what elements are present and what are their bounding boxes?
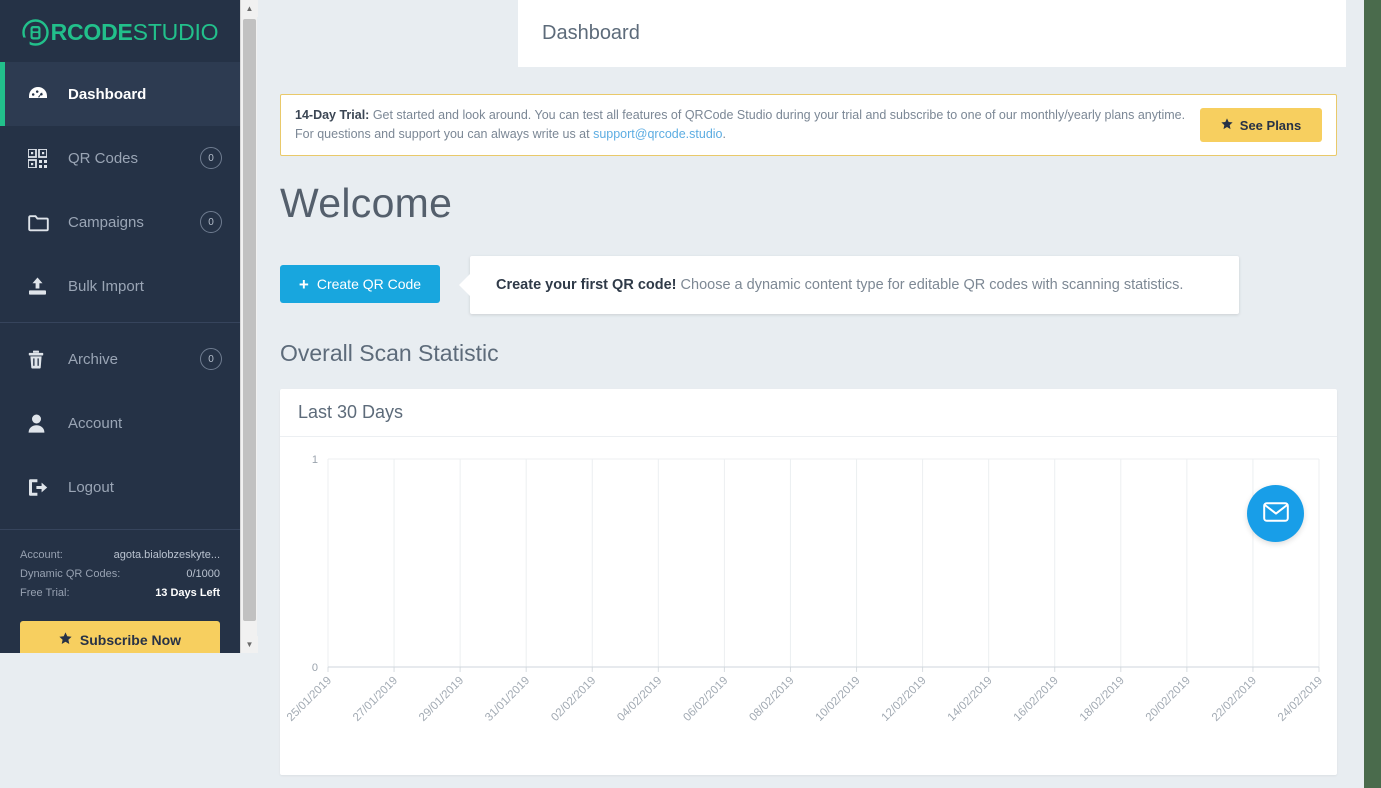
page-title: Dashboard	[542, 22, 640, 45]
sidebar-item-label: Account	[68, 415, 222, 432]
svg-text:02/02/2019: 02/02/2019	[549, 675, 598, 724]
sidebar: RCODESTUDIO Dashboard	[0, 0, 240, 653]
svg-text:1: 1	[312, 454, 318, 466]
svg-text:22/02/2019: 22/02/2019	[1210, 675, 1259, 724]
sidebar-item-logout[interactable]: Logout	[0, 455, 240, 519]
account-row-value: 13 Days Left	[155, 584, 220, 603]
sidebar-item-archive[interactable]: Archive 0	[0, 327, 240, 391]
sidebar-item-dashboard[interactable]: Dashboard	[0, 62, 240, 126]
folder-icon	[28, 213, 54, 232]
svg-text:25/01/2019: 25/01/2019	[285, 675, 334, 724]
tooltip-body-text: Choose a dynamic content type for editab…	[677, 277, 1184, 293]
subscribe-now-label: Subscribe Now	[80, 632, 181, 648]
first-qr-tooltip: Create your first QR code! Choose a dyna…	[470, 256, 1239, 314]
sidebar-item-badge: 0	[200, 211, 222, 233]
app-logo[interactable]: RCODESTUDIO	[0, 0, 240, 62]
trial-banner-tail: .	[723, 127, 726, 141]
trial-banner-lead: 14-Day Trial:	[295, 108, 369, 122]
app-root: RCODESTUDIO Dashboard	[0, 0, 1381, 788]
upload-icon	[28, 277, 54, 296]
plus-icon: +	[299, 276, 309, 293]
caret-up-icon[interactable]: ▲	[241, 0, 258, 17]
scan-statistic-heading: Overall Scan Statistic	[280, 340, 499, 367]
account-row-label: Dynamic QR Codes:	[20, 565, 120, 584]
sidebar-scrollbar[interactable]: ▲ ▼	[240, 0, 257, 653]
create-qr-code-label: Create QR Code	[317, 276, 421, 292]
svg-text:12/02/2019: 12/02/2019	[880, 675, 929, 724]
trial-banner: 14-Day Trial: Get started and look aroun…	[280, 94, 1337, 156]
see-plans-button[interactable]: See Plans	[1200, 108, 1322, 142]
account-summary: Account: agota.bialobzeskyte... Dynamic …	[0, 529, 240, 603]
svg-text:10/02/2019: 10/02/2019	[813, 675, 862, 724]
scan-statistic-card: Last 30 Days 0 1 25/01/2019 27/01/2019 29/01…	[280, 389, 1337, 775]
trial-banner-body: Get started and look around. You can tes…	[295, 108, 1185, 141]
chart-area: 0 1 25/01/2019 27/01/2019 29/01/2019 31/01/20…	[280, 437, 1337, 775]
right-green-gutter	[1364, 0, 1381, 788]
chart-card-title: Last 30 Days	[280, 389, 1337, 437]
welcome-heading: Welcome	[280, 180, 452, 227]
logout-icon	[28, 478, 54, 497]
svg-text:18/02/2019: 18/02/2019	[1078, 675, 1127, 724]
sidebar-item-campaigns[interactable]: Campaigns 0	[0, 190, 240, 254]
right-background-strip	[1346, 0, 1364, 788]
svg-text:14/02/2019: 14/02/2019	[946, 675, 995, 724]
qr-code-icon	[28, 149, 54, 168]
sidebar-item-badge: 0	[200, 147, 222, 169]
overall-scan-statistic-chart: 0 1 25/01/2019 27/01/2019 29/01/2019 31/01/20…	[280, 437, 1337, 775]
tooltip-bold-text: Create your first QR code!	[496, 277, 677, 293]
account-row-label: Account:	[20, 546, 63, 565]
topbar: Dashboard	[518, 0, 1365, 67]
logo-light-text: STUDIO	[133, 19, 219, 46]
user-icon	[28, 414, 54, 433]
scrollbar-thumb[interactable]	[243, 19, 256, 621]
account-row-email: Account: agota.bialobzeskyte...	[20, 546, 220, 565]
sidebar-item-qr-codes[interactable]: QR Codes 0	[0, 126, 240, 190]
sidebar-item-account[interactable]: Account	[0, 391, 240, 455]
account-row-dynamic-qr-codes: Dynamic QR Codes: 0/1000	[20, 565, 220, 584]
star-icon	[1221, 118, 1233, 133]
account-row-free-trial: Free Trial: 13 Days Left	[20, 584, 220, 603]
sidebar-item-label: Archive	[68, 351, 200, 368]
logo-bold-text: RCODE	[51, 19, 133, 46]
svg-text:0: 0	[312, 662, 318, 674]
create-qr-code-button[interactable]: + Create QR Code	[280, 265, 440, 303]
sidebar-item-label: QR Codes	[68, 150, 200, 167]
see-plans-label: See Plans	[1240, 118, 1301, 133]
chat-support-button[interactable]	[1247, 485, 1304, 542]
svg-text:24/02/2019: 24/02/2019	[1276, 675, 1325, 724]
sidebar-item-badge: 0	[200, 348, 222, 370]
svg-text:31/01/2019: 31/01/2019	[483, 675, 532, 724]
svg-text:16/02/2019: 16/02/2019	[1012, 675, 1061, 724]
svg-text:29/01/2019: 29/01/2019	[417, 675, 466, 724]
svg-text:06/02/2019: 06/02/2019	[681, 675, 730, 724]
account-row-value: 0/1000	[186, 565, 220, 584]
svg-text:08/02/2019: 08/02/2019	[747, 675, 796, 724]
subscribe-now-button[interactable]: Subscribe Now	[20, 621, 220, 653]
dashboard-gauge-icon	[28, 84, 54, 104]
caret-down-icon[interactable]: ▼	[241, 636, 258, 653]
qr-circle-icon	[22, 19, 49, 46]
main-content: 14-Day Trial: Get started and look aroun…	[258, 67, 1365, 788]
account-row-value: agota.bialobzeskyte...	[114, 546, 220, 565]
svg-text:20/02/2019: 20/02/2019	[1144, 675, 1193, 724]
star-icon	[59, 632, 72, 648]
sidebar-item-label: Bulk Import	[68, 278, 222, 295]
tooltip-content: Create your first QR code! Choose a dyna…	[496, 277, 1183, 293]
sidebar-item-label: Dashboard	[68, 86, 222, 103]
svg-text:27/01/2019: 27/01/2019	[351, 675, 400, 724]
account-row-label: Free Trial:	[20, 584, 70, 603]
sidebar-divider	[0, 322, 240, 323]
sidebar-item-bulk-import[interactable]: Bulk Import	[0, 254, 240, 318]
sidebar-item-label: Logout	[68, 479, 222, 496]
svg-text:04/02/2019: 04/02/2019	[615, 675, 664, 724]
trial-banner-text: 14-Day Trial: Get started and look aroun…	[295, 106, 1200, 144]
trash-icon	[28, 350, 54, 369]
sidebar-nav: Dashboard	[0, 62, 240, 519]
support-email-link[interactable]: support@qrcode.studio	[593, 127, 722, 141]
envelope-icon	[1263, 502, 1289, 525]
sidebar-item-label: Campaigns	[68, 214, 200, 231]
